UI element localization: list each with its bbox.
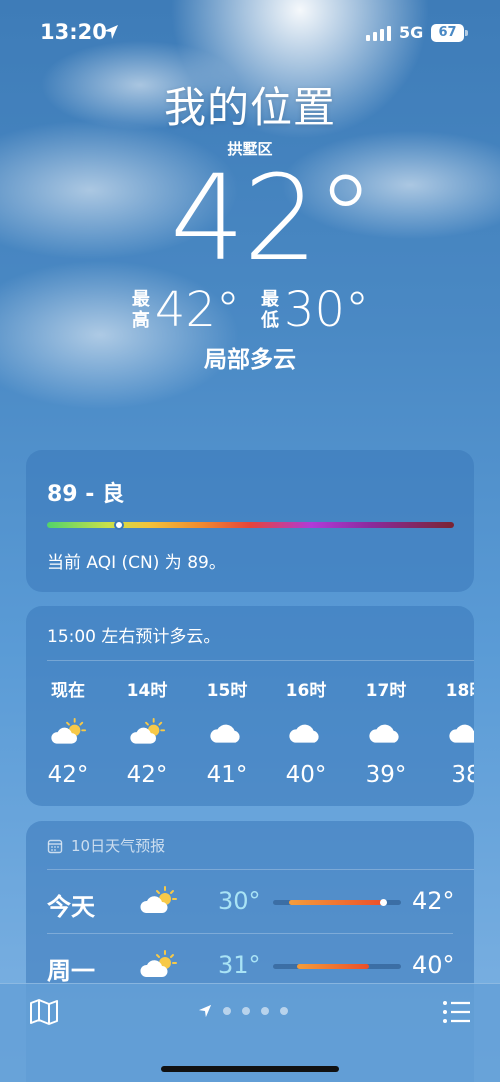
temp-range-bar <box>273 964 401 969</box>
high-low: 最高 42° 最低 30° <box>0 284 500 336</box>
partly-cloudy-sun-icon <box>138 885 178 921</box>
cloud-icon <box>187 712 267 752</box>
temp-range-fill <box>297 964 369 969</box>
forecast-low: 30° <box>218 887 261 915</box>
hour-temp: 38 <box>451 762 474 788</box>
divider <box>47 933 453 934</box>
hour-temp: 42° <box>47 762 89 788</box>
partly-cloudy-sun-icon <box>107 712 187 752</box>
aqi-scale-bar <box>47 520 454 530</box>
list-icon[interactable] <box>442 1000 472 1024</box>
forecast-header: 10日天气预报 <box>47 835 165 856</box>
hourly-summary: 15:00 左右预计多云。 <box>47 627 221 647</box>
aqi-description: 当前 AQI (CN) 为 89。 <box>47 553 226 573</box>
partly-cloudy-sun-icon <box>138 949 178 985</box>
hour-label: 16时 <box>285 681 327 701</box>
low-label: 最低 <box>261 289 279 331</box>
aqi-title: 89 - 良 <box>47 482 125 507</box>
divider <box>47 869 474 870</box>
current-location-page-icon <box>198 1004 212 1018</box>
cloud-icon <box>426 712 474 752</box>
forecast-high: 42° <box>412 887 455 915</box>
current-temp-dot <box>380 899 387 906</box>
current-condition: 局部多云 <box>204 347 296 373</box>
hourly-forecast-card[interactable]: 15:00 左右预计多云。 现在 42° 14时 42° 15时 41° 16时 40° 17时… <box>26 606 474 806</box>
aqi-marker <box>114 520 125 530</box>
battery-icon: 67 <box>431 24 468 42</box>
hour-temp: 39° <box>365 762 407 788</box>
home-indicator[interactable] <box>161 1066 339 1072</box>
hour-label: 18时 <box>445 681 474 701</box>
hour-label: 14时 <box>126 681 168 701</box>
hourly-scroll[interactable]: 现在 42° 14时 42° 15时 41° 16时 40° 17时 39° 18时 38 <box>26 676 474 806</box>
page-indicator[interactable] <box>198 1004 288 1018</box>
status-time: 13:20 <box>40 20 107 44</box>
hour-label: 15时 <box>206 681 248 701</box>
hour-item: 16时 40° <box>266 676 346 788</box>
forecast-day: 周一 <box>47 957 95 985</box>
cellular-signal-icon <box>366 26 391 41</box>
temp-range-bar <box>273 899 401 906</box>
hour-label: 17时 <box>365 681 407 701</box>
page-dot[interactable] <box>261 1007 269 1015</box>
forecast-day: 今天 <box>47 893 95 921</box>
partly-cloudy-sun-icon <box>28 712 108 752</box>
forecast-high: 40° <box>412 951 455 979</box>
bottom-toolbar <box>0 983 500 1082</box>
page-dot[interactable] <box>280 1007 288 1015</box>
hour-item: 14时 42° <box>107 676 187 788</box>
hour-item: 17时 39° <box>346 676 426 788</box>
aqi-card[interactable]: 89 - 良 当前 AQI (CN) 为 89。 <box>26 450 474 592</box>
divider <box>47 660 474 661</box>
location-arrow-icon <box>104 25 118 39</box>
hour-item: 15时 41° <box>187 676 267 788</box>
current-temperature: 42° <box>170 149 375 287</box>
high-label: 最高 <box>131 289 150 331</box>
hour-item: 18时 38 <box>426 676 474 788</box>
page-dot[interactable] <box>223 1007 231 1015</box>
forecast-row[interactable]: 今天 30° 42° <box>26 873 474 933</box>
low-temp: 30° <box>284 282 370 338</box>
cloud-icon <box>266 712 346 752</box>
high-temp: 42° <box>154 282 240 338</box>
calendar-icon <box>47 839 63 853</box>
forecast-low: 31° <box>218 951 261 979</box>
cloud-icon <box>346 712 426 752</box>
hour-label: 现在 <box>51 681 85 701</box>
hour-item: 现在 42° <box>28 676 108 788</box>
map-icon[interactable] <box>28 997 60 1027</box>
forecast-title: 10日天气预报 <box>71 837 166 855</box>
hour-temp: 42° <box>126 762 168 788</box>
temp-range-fill <box>289 900 385 905</box>
status-bar: 13:20 5G 67 <box>0 0 500 66</box>
hour-temp: 40° <box>285 762 327 788</box>
hour-temp: 41° <box>206 762 248 788</box>
location-title: 我的位置 <box>163 83 336 132</box>
network-type: 5G <box>399 23 424 42</box>
location-header: 我的位置 拱墅区 <box>0 82 500 159</box>
page-dot[interactable] <box>242 1007 250 1015</box>
